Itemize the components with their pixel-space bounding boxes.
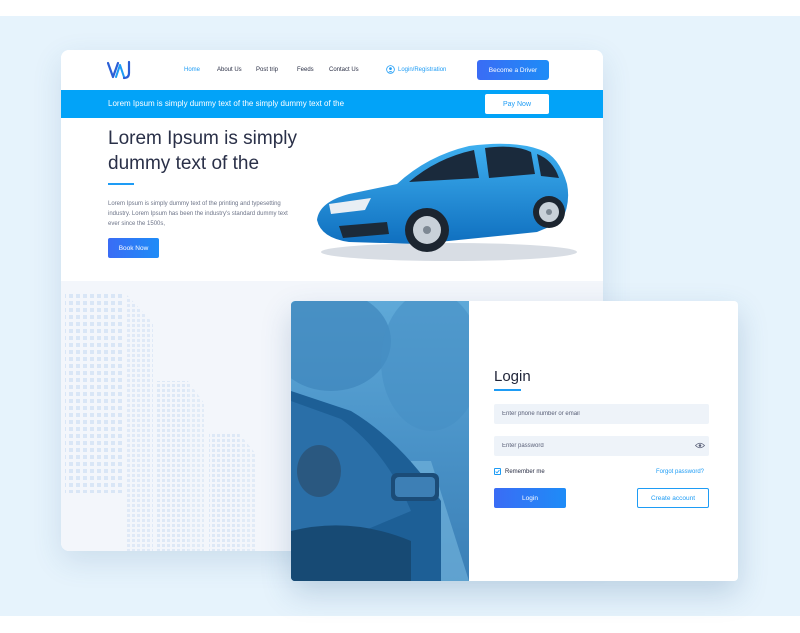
login-title-underline bbox=[494, 389, 521, 391]
banner-text: Lorem Ipsum is simply dummy text of the … bbox=[108, 99, 345, 108]
login-window: Login Remember me Forgot password? Login… bbox=[291, 301, 738, 581]
remember-me-checkbox[interactable] bbox=[494, 468, 501, 475]
hero-description: Lorem Ipsum is simply dummy text of the … bbox=[108, 201, 288, 227]
hero-title: Lorem Ipsum is simply dummy text of the bbox=[108, 128, 297, 174]
password-input[interactable] bbox=[494, 436, 709, 456]
remember-me-label: Remember me bbox=[505, 468, 545, 475]
forgot-password-link[interactable]: Forgot password? bbox=[656, 469, 704, 475]
book-now-button[interactable]: Book Now bbox=[108, 238, 159, 258]
promo-banner: Lorem Ipsum is simply dummy text of the … bbox=[61, 90, 603, 118]
become-driver-button[interactable]: Become a Driver bbox=[477, 60, 549, 80]
login-button[interactable]: Login bbox=[494, 488, 566, 508]
login-form: Login Remember me Forgot password? Login… bbox=[469, 301, 738, 581]
pay-now-button[interactable]: Pay Now bbox=[485, 94, 549, 114]
eye-icon[interactable] bbox=[695, 442, 705, 449]
nav-about-us[interactable]: About Us bbox=[217, 67, 242, 73]
user-circle-icon bbox=[386, 65, 395, 74]
driver-car-photo bbox=[291, 301, 469, 581]
nav-post-trip[interactable]: Post trip bbox=[256, 67, 278, 73]
hero-title-underline bbox=[108, 183, 134, 185]
check-icon bbox=[495, 469, 500, 474]
nav-home[interactable]: Home bbox=[184, 67, 200, 73]
login-registration-link[interactable]: Login/Registration bbox=[386, 65, 446, 74]
nav-feeds[interactable]: Feeds bbox=[297, 67, 314, 73]
city-buildings-illustration bbox=[65, 293, 255, 551]
car-image bbox=[317, 143, 577, 261]
nav-contact-us[interactable]: Contact Us bbox=[329, 67, 359, 73]
login-registration-label: Login/Registration bbox=[398, 66, 447, 73]
login-title: Login bbox=[494, 368, 531, 385]
remember-me[interactable]: Remember me bbox=[494, 468, 545, 475]
top-navbar: Home About Us Post trip Feeds Contact Us… bbox=[61, 50, 603, 90]
logo[interactable] bbox=[107, 60, 133, 80]
create-account-button[interactable]: Create account bbox=[637, 488, 709, 508]
phone-email-input[interactable] bbox=[494, 404, 709, 424]
